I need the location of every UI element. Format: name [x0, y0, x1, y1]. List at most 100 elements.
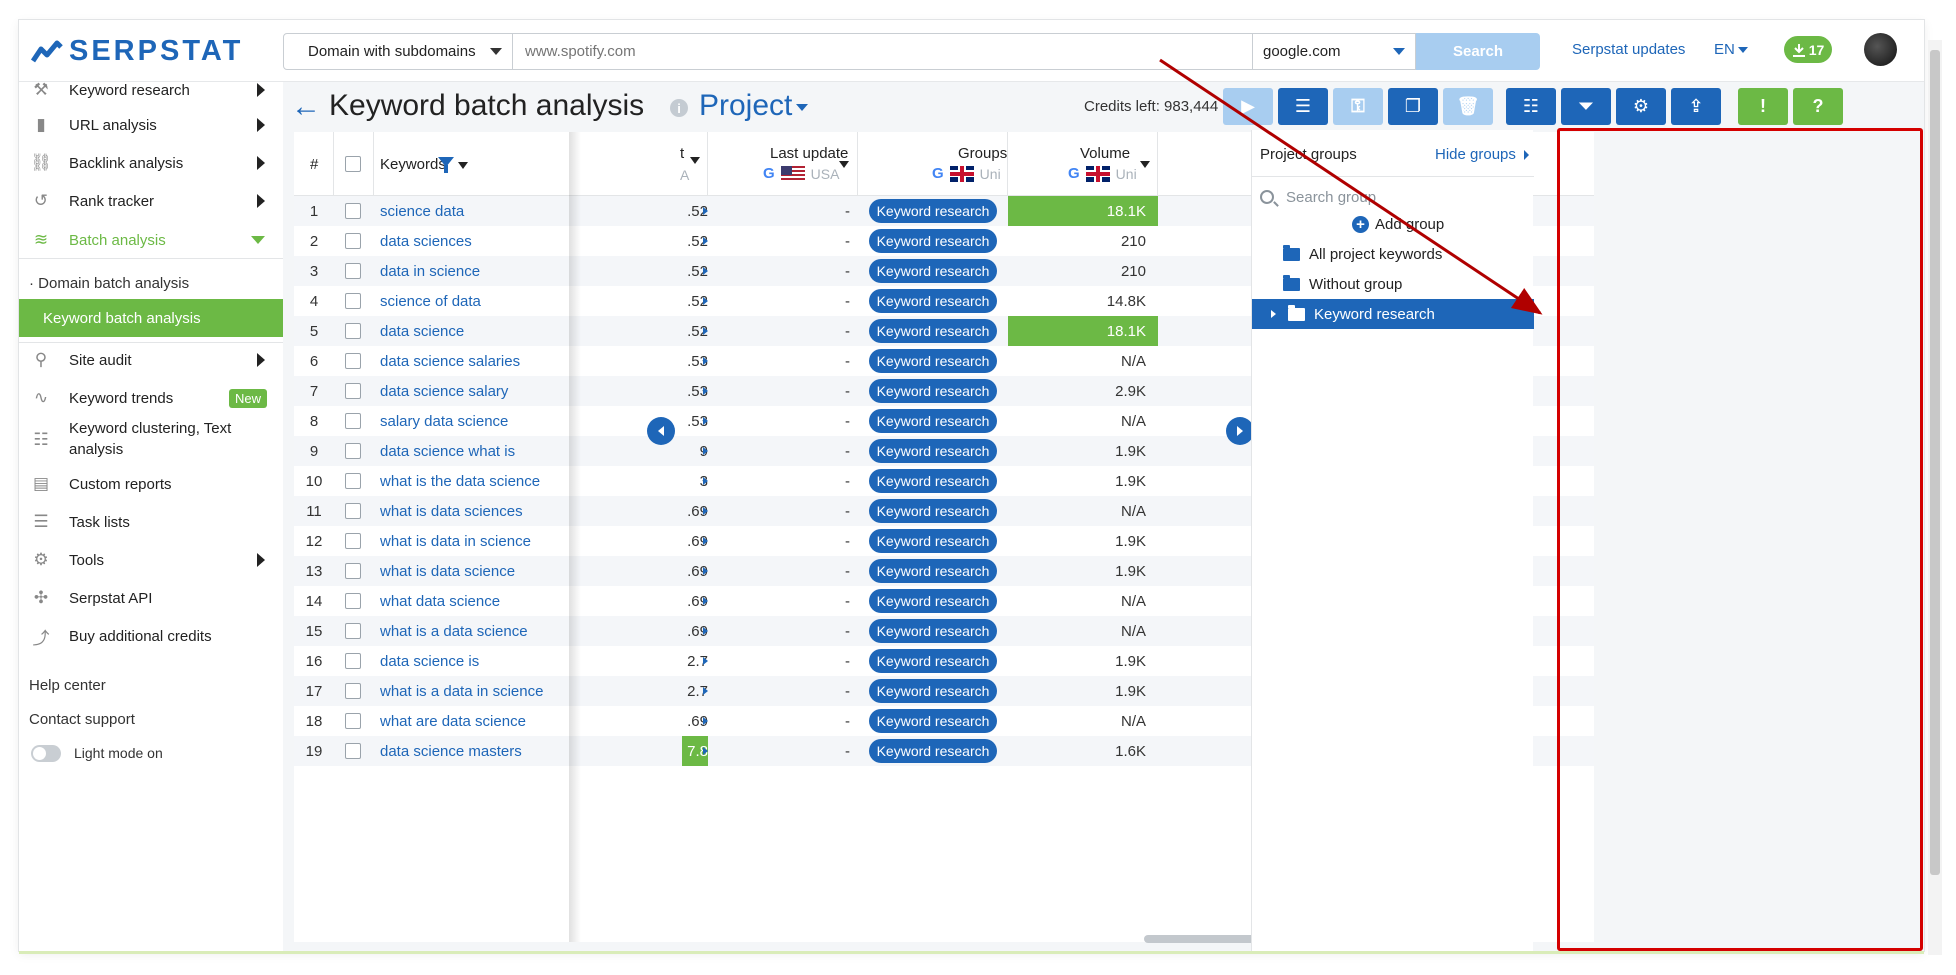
keyword-link[interactable]: what is data sciences: [380, 496, 523, 526]
group-badge[interactable]: Keyword research: [868, 679, 998, 703]
keyword-link[interactable]: science data: [380, 196, 464, 226]
group-item-keyword-research[interactable]: Keyword research: [1252, 299, 1534, 329]
keyword-link[interactable]: what is a data in science: [380, 676, 543, 706]
group-badge[interactable]: Keyword research: [868, 439, 998, 463]
columns-button[interactable]: ☷: [1506, 88, 1556, 125]
domain-mode-select[interactable]: Domain with subdomains: [283, 33, 513, 70]
scroll-left-button[interactable]: [647, 417, 675, 445]
keyword-link[interactable]: data sciences: [380, 226, 472, 256]
sort-icon[interactable]: [690, 157, 700, 164]
keyword-link[interactable]: what are data science: [380, 706, 526, 736]
row-checkbox[interactable]: [345, 293, 361, 309]
keyword-link[interactable]: data science salary: [380, 376, 508, 406]
row-checkbox[interactable]: [345, 263, 361, 279]
row-checkbox[interactable]: [345, 593, 361, 609]
row-checkbox[interactable]: [345, 323, 361, 339]
group-badge[interactable]: Keyword research: [868, 589, 998, 613]
sidebar-item-keyword-research[interactable]: ⚒ Keyword research: [19, 80, 283, 100]
select-all-checkbox[interactable]: [345, 156, 361, 172]
group-badge[interactable]: Keyword research: [868, 319, 998, 343]
help-center-link[interactable]: Help center: [29, 677, 106, 694]
sidebar-item-keyword-trends[interactable]: ∿ Keyword trends New: [19, 387, 283, 409]
sidebar-item-batch-analysis[interactable]: ≋ Batch analysis: [19, 229, 283, 251]
row-checkbox[interactable]: [345, 413, 361, 429]
group-badge[interactable]: Keyword research: [868, 649, 998, 673]
col-groups[interactable]: Groups G Uni: [858, 132, 1008, 196]
back-arrow-icon[interactable]: ←: [291, 92, 321, 122]
sidebar-item-task-lists[interactable]: ☰ Task lists: [19, 511, 283, 533]
serpstat-logo[interactable]: SERPSTAT: [31, 35, 243, 68]
group-badge[interactable]: Keyword research: [868, 739, 998, 763]
scroll-right-button[interactable]: [1226, 417, 1254, 445]
group-badge[interactable]: Keyword research: [868, 259, 998, 283]
group-item-without-group[interactable]: Without group: [1252, 269, 1534, 299]
sidebar-subitem-domain-batch[interactable]: · Domain batch analysis: [29, 275, 189, 292]
downloads-button[interactable]: 17: [1784, 36, 1832, 63]
keyword-link[interactable]: data science masters: [380, 736, 522, 766]
sidebar-item-keyword-clustering[interactable]: ☷ Keyword clustering, Text analysis: [19, 418, 283, 462]
keyword-link[interactable]: data science is: [380, 646, 479, 676]
group-badge[interactable]: Keyword research: [868, 289, 998, 313]
group-badge[interactable]: Keyword research: [868, 349, 998, 373]
group-badge[interactable]: Keyword research: [868, 379, 998, 403]
row-checkbox[interactable]: [345, 203, 361, 219]
group-badge[interactable]: Keyword research: [868, 409, 998, 433]
sidebar-item-rank-tracker[interactable]: ↺ Rank tracker: [19, 190, 283, 212]
search-group-input[interactable]: Search group: [1260, 185, 1526, 209]
domain-search-input[interactable]: [513, 33, 1253, 70]
group-badge[interactable]: Keyword research: [868, 619, 998, 643]
col-fragment[interactable]: t A: [680, 132, 708, 196]
sidebar-item-url-analysis[interactable]: ▮ URL analysis: [19, 114, 283, 136]
search-button[interactable]: Search: [1416, 33, 1540, 70]
group-badge[interactable]: Keyword research: [868, 559, 998, 583]
row-checkbox[interactable]: [345, 713, 361, 729]
keyword-link[interactable]: data science: [380, 316, 464, 346]
row-checkbox[interactable]: [345, 443, 361, 459]
vertical-scrollbar[interactable]: [1928, 40, 1942, 955]
key-button[interactable]: ⚿: [1333, 88, 1383, 125]
group-badge[interactable]: Keyword research: [868, 529, 998, 553]
row-checkbox[interactable]: [345, 623, 361, 639]
sort-icon[interactable]: [1140, 161, 1150, 168]
row-checkbox[interactable]: [345, 353, 361, 369]
col-keywords[interactable]: Keywords: [374, 132, 680, 196]
project-select[interactable]: Project: [699, 89, 809, 123]
sort-icon[interactable]: [458, 162, 468, 169]
sidebar-item-backlink-analysis[interactable]: ⛓ Backlink analysis: [19, 152, 283, 174]
keyword-link[interactable]: salary data science: [380, 406, 508, 436]
vertical-scrollbar-thumb[interactable]: [1930, 50, 1940, 875]
col-last-update[interactable]: Last update G USA: [708, 132, 858, 196]
keyword-link[interactable]: data science what is: [380, 436, 515, 466]
settings-button[interactable]: ⚙: [1616, 88, 1666, 125]
group-badge[interactable]: Keyword research: [868, 199, 998, 223]
keyword-link[interactable]: what data science: [380, 586, 500, 616]
keyword-link[interactable]: what is data in science: [380, 526, 531, 556]
serpstat-updates-link[interactable]: Serpstat updates: [1572, 41, 1685, 58]
filter-button[interactable]: ⏷: [1561, 88, 1611, 125]
row-checkbox[interactable]: [345, 503, 361, 519]
export-button[interactable]: ⇪: [1671, 88, 1721, 125]
hide-groups-button[interactable]: Hide groups: [1435, 146, 1529, 163]
sidebar-subitem-keyword-batch[interactable]: Keyword batch analysis: [19, 299, 283, 337]
filter-icon[interactable]: [438, 157, 454, 173]
group-badge[interactable]: Keyword research: [868, 469, 998, 493]
sidebar-item-custom-reports[interactable]: ▤ Custom reports: [19, 473, 283, 495]
light-mode-toggle[interactable]: [31, 745, 61, 762]
group-badge[interactable]: Keyword research: [868, 499, 998, 523]
row-checkbox[interactable]: [345, 233, 361, 249]
row-checkbox[interactable]: [345, 653, 361, 669]
group-badge[interactable]: Keyword research: [868, 709, 998, 733]
search-engine-select[interactable]: google.com: [1253, 33, 1416, 70]
row-checkbox[interactable]: [345, 533, 361, 549]
language-select[interactable]: EN: [1714, 41, 1748, 58]
row-checkbox[interactable]: [345, 383, 361, 399]
group-item-all-keywords[interactable]: All project keywords: [1252, 239, 1534, 269]
sidebar-item-tools[interactable]: ⚙ Tools: [19, 549, 283, 571]
keyword-link[interactable]: what is a data science: [380, 616, 528, 646]
info-icon[interactable]: i: [670, 99, 688, 117]
keyword-link[interactable]: what is data science: [380, 556, 515, 586]
play-button[interactable]: ▶: [1223, 88, 1273, 125]
sort-icon[interactable]: [839, 161, 849, 168]
keyword-link[interactable]: data in science: [380, 256, 480, 286]
col-volume[interactable]: Volume G Uni: [1008, 132, 1158, 196]
